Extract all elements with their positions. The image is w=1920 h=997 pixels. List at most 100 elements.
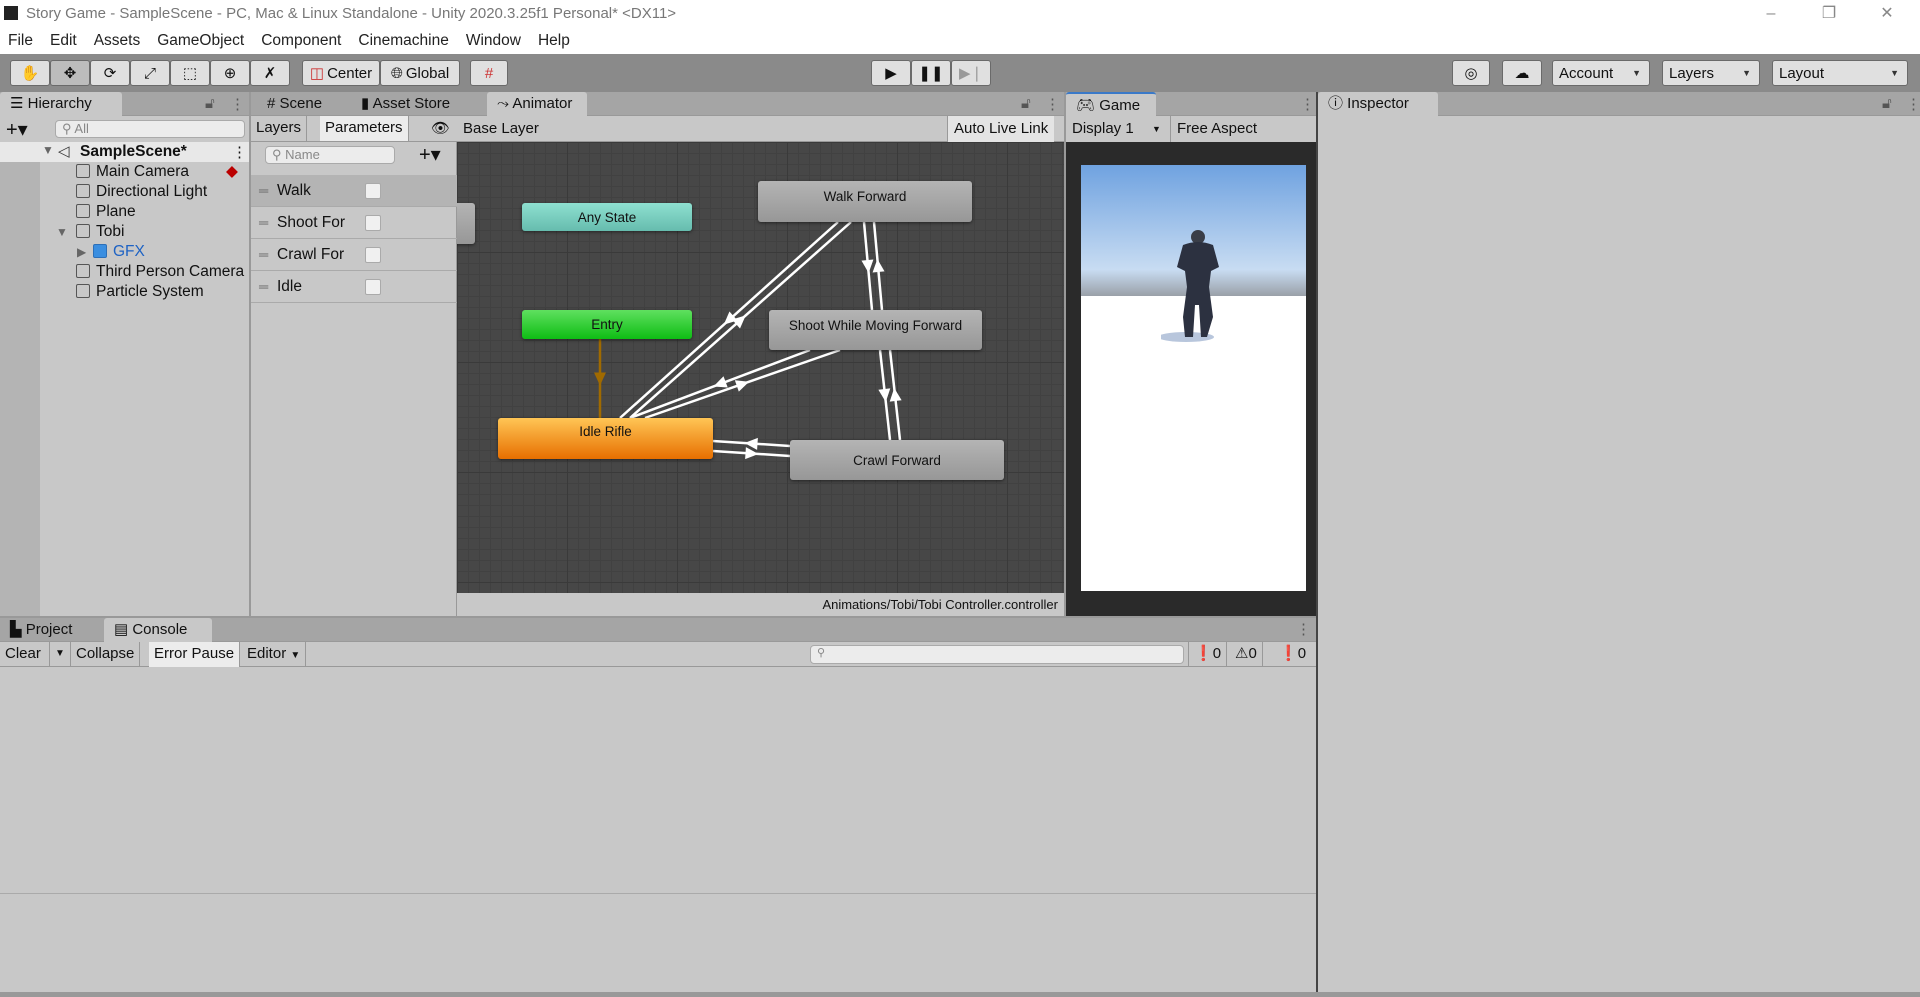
state-idle-rifle[interactable]: Idle Rifle	[498, 418, 713, 459]
scale-tool-button[interactable]: ⤢	[130, 60, 170, 86]
collab-button[interactable]: ◎	[1452, 60, 1490, 86]
parameter-search-input[interactable]: ⚲ Name	[265, 146, 395, 164]
drag-handle-icon[interactable]: ═	[259, 207, 268, 239]
auto-live-link-button[interactable]: Auto Live Link	[947, 116, 1055, 142]
game-view[interactable]	[1081, 165, 1306, 591]
parameter-row[interactable]: ═ Idle	[251, 271, 457, 303]
move-tool-button[interactable]: ✥	[50, 60, 90, 86]
hierarchy-item[interactable]: ▼ Tobi	[56, 222, 124, 242]
parameter-checkbox[interactable]	[365, 247, 381, 263]
hierarchy-item[interactable]: Third Person Camera	[76, 262, 244, 282]
state-entry[interactable]: Entry	[522, 310, 692, 339]
tab-game[interactable]: 🎮︎ Game	[1066, 92, 1156, 116]
menu-help[interactable]: Help	[538, 32, 570, 50]
account-dropdown[interactable]: Account ▼	[1552, 60, 1650, 86]
custom-tool-button[interactable]: ✗	[250, 60, 290, 86]
lock-icon[interactable]: 🔓︎	[1882, 95, 1892, 112]
warnings-toggle[interactable]: ⚠0	[1230, 642, 1263, 667]
editor-dropdown[interactable]: Editor ▼	[242, 642, 307, 667]
cloud-button[interactable]: ☁	[1502, 60, 1542, 86]
restore-button[interactable]: ❐	[1806, 0, 1852, 27]
drag-handle-icon[interactable]: ═	[259, 175, 268, 207]
tab-asset-store[interactable]: ▮ Asset Store	[351, 92, 460, 116]
state-any-state[interactable]: Any State	[522, 203, 692, 231]
aspect-dropdown[interactable]: Free Aspect	[1170, 116, 1257, 142]
state-shoot-while-moving-forward[interactable]: Shoot While Moving Forward	[769, 310, 982, 350]
messages-toggle[interactable]: ❗0	[1274, 642, 1311, 667]
tab-inspector[interactable]: ⓘ Inspector	[1318, 92, 1438, 116]
hierarchy-item[interactable]: Plane	[76, 202, 136, 222]
more-options-icon[interactable]: ⋮	[1045, 95, 1060, 113]
pivot-center-button[interactable]: ◫ Center	[302, 60, 380, 86]
collapse-button[interactable]: Collapse	[71, 642, 141, 667]
expand-arrow-icon[interactable]: ▼	[42, 143, 54, 157]
close-button[interactable]: ✕	[1864, 0, 1910, 27]
layers-tab[interactable]: Layers	[251, 116, 308, 141]
layers-dropdown[interactable]: Layers ▼	[1662, 60, 1760, 86]
menu-assets[interactable]: Assets	[94, 32, 141, 50]
scene-row[interactable]: ▼ ◁ SampleScene* ⋮	[0, 142, 249, 162]
menu-cinemachine[interactable]: Cinemachine	[358, 32, 448, 50]
clear-options-dropdown[interactable]: ▼	[50, 642, 71, 667]
rect-tool-button[interactable]: ⬚	[170, 60, 210, 86]
transform-tool-button[interactable]: ⊕	[210, 60, 250, 86]
offscreen-node[interactable]	[457, 203, 475, 244]
state-walk-forward[interactable]: Walk Forward	[758, 181, 972, 222]
menu-file[interactable]: File	[8, 32, 33, 50]
menu-edit[interactable]: Edit	[50, 32, 77, 50]
parameter-checkbox[interactable]	[365, 183, 381, 199]
snap-button[interactable]: #	[470, 60, 508, 86]
add-parameter-button[interactable]: +▾	[419, 142, 441, 167]
hand-tool-button[interactable]: ✋	[10, 60, 50, 86]
drag-handle-icon[interactable]: ═	[259, 239, 268, 271]
drag-handle-icon[interactable]: ═	[259, 271, 268, 303]
more-options-icon[interactable]: ⋮	[232, 143, 247, 161]
dropdown-arrow-icon[interactable]: ▼	[1152, 116, 1161, 142]
global-button[interactable]: 🌐︎ Global	[380, 60, 460, 86]
expand-arrow-icon[interactable]: ▼	[56, 222, 68, 242]
tab-animator[interactable]: ⤳ Animator	[487, 92, 587, 116]
console-search-input[interactable]: ⚲	[810, 645, 1184, 664]
expand-arrow-icon[interactable]: ▶	[77, 242, 86, 262]
parameters-tab[interactable]: Parameters	[320, 116, 409, 141]
menu-component[interactable]: Component	[261, 32, 341, 50]
rotate-tool-button[interactable]: ⟳	[90, 60, 130, 86]
more-options-icon[interactable]: ⋮	[230, 95, 245, 113]
tab-project[interactable]: ▙ Project	[0, 618, 82, 642]
parameter-checkbox[interactable]	[365, 215, 381, 231]
hierarchy-item[interactable]: Main Camera ◆	[76, 162, 238, 182]
animator-graph[interactable]: Any State Entry Idle Rifle Walk Forward …	[457, 142, 1064, 593]
layout-dropdown[interactable]: Layout ▼	[1772, 60, 1908, 86]
console-log-area[interactable]	[0, 667, 1316, 992]
error-pause-button[interactable]: Error Pause	[149, 642, 241, 667]
tab-hierarchy[interactable]: ☰ Hierarchy	[0, 92, 122, 116]
more-options-icon[interactable]: ⋮	[1906, 95, 1920, 113]
hierarchy-search-input[interactable]: ⚲ All	[55, 120, 245, 138]
eye-icon[interactable]: 👁︎	[431, 116, 450, 142]
breadcrumb-base-layer[interactable]: Base Layer	[463, 116, 539, 142]
more-options-icon[interactable]: ⋮	[1300, 95, 1315, 113]
console-divider[interactable]	[0, 893, 1316, 894]
more-options-icon[interactable]: ⋮	[1296, 620, 1311, 638]
display-dropdown[interactable]: Display 1	[1072, 116, 1134, 142]
clear-button[interactable]: Clear	[0, 642, 50, 667]
tab-console[interactable]: ▤ Console	[104, 618, 212, 642]
lock-icon[interactable]: 🔓︎	[1021, 95, 1031, 112]
menu-gameobject[interactable]: GameObject	[157, 32, 244, 50]
add-icon[interactable]: +▾	[6, 117, 28, 142]
tab-scene[interactable]: # Scene	[257, 92, 332, 116]
play-button[interactable]: ▶	[871, 60, 911, 86]
hierarchy-item[interactable]: ▶ GFX	[77, 242, 145, 262]
step-button[interactable]: ▶❘	[951, 60, 991, 86]
errors-toggle[interactable]: ❗0	[1188, 642, 1228, 667]
parameter-row[interactable]: ═ Shoot For	[251, 207, 457, 239]
lock-icon[interactable]: 🔓︎	[205, 95, 215, 112]
parameter-row[interactable]: ═ Walk	[251, 175, 457, 207]
parameter-checkbox[interactable]	[365, 279, 381, 295]
state-crawl-forward[interactable]: Crawl Forward	[790, 440, 1004, 480]
menu-window[interactable]: Window	[466, 32, 521, 50]
hierarchy-item[interactable]: Particle System	[76, 282, 204, 302]
minimize-button[interactable]: –	[1748, 0, 1794, 27]
pause-button[interactable]: ❚❚	[911, 60, 951, 86]
parameter-row[interactable]: ═ Crawl For	[251, 239, 457, 271]
